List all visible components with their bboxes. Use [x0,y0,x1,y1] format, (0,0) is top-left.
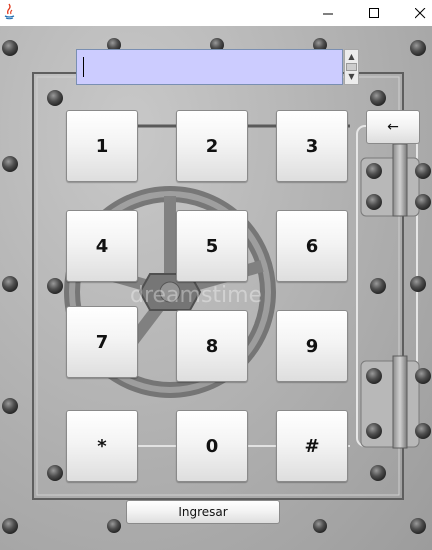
key-0[interactable]: 0 [176,410,248,482]
watermark-text: dreamstime [130,283,262,308]
key-7[interactable]: 7 [66,306,138,378]
key-hash[interactable]: # [276,410,348,482]
key-9[interactable]: 9 [276,310,348,382]
key-3[interactable]: 3 [276,110,348,182]
minimize-button[interactable] [305,0,351,26]
minimize-icon [322,8,334,19]
backspace-button[interactable]: ← [366,110,420,144]
maximize-button[interactable] [351,0,397,26]
scroll-down-icon[interactable]: ▼ [345,71,358,83]
key-4[interactable]: 4 [66,210,138,282]
maximize-icon [368,7,380,19]
scroll-up-icon[interactable]: ▲ [345,51,358,63]
submit-button[interactable]: Ingresar [126,500,280,524]
key-8[interactable]: 8 [176,310,248,382]
title-bar [0,0,432,26]
vault-panel: dreamstime ▲ ▼ 1 2 3 4 5 6 7 8 9 * 0 # ←… [0,26,432,550]
key-5[interactable]: 5 [176,210,248,282]
key-1[interactable]: 1 [66,110,138,182]
key-6[interactable]: 6 [276,210,348,282]
key-2[interactable]: 2 [176,110,248,182]
scroll-thumb[interactable] [346,63,357,71]
display-scrollbar[interactable]: ▲ ▼ [344,49,359,85]
close-button[interactable] [397,0,432,26]
text-caret [83,57,84,77]
key-star[interactable]: * [66,410,138,482]
code-display-input[interactable] [76,49,343,85]
java-icon [2,3,17,20]
close-icon [414,7,426,19]
